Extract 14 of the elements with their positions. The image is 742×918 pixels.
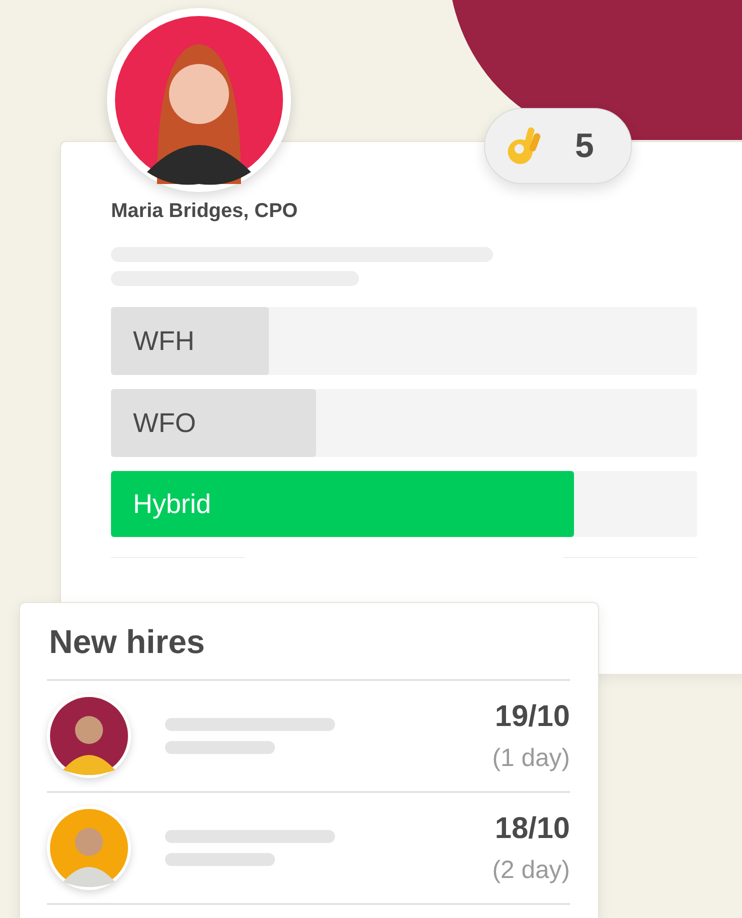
poll-option[interactable]: WFH xyxy=(111,307,697,375)
hire-date: 19/10 xyxy=(494,700,570,734)
poll-option[interactable]: WFO xyxy=(111,389,697,457)
days-ago: (2 day) xyxy=(492,856,570,884)
hire-date: 18/10 xyxy=(494,812,570,846)
days-ago: (1 day) xyxy=(492,744,570,772)
option-label: WFO xyxy=(132,408,196,438)
profile-name: Maria Bridges, CPO xyxy=(111,200,299,223)
reaction-badge[interactable]: 5 xyxy=(484,108,632,184)
option-label: Hybrid xyxy=(132,488,212,520)
card-title: New hires xyxy=(47,623,570,681)
hand-icon xyxy=(505,125,543,167)
option-label: WFH xyxy=(132,326,194,356)
reaction-count: 5 xyxy=(575,126,594,166)
